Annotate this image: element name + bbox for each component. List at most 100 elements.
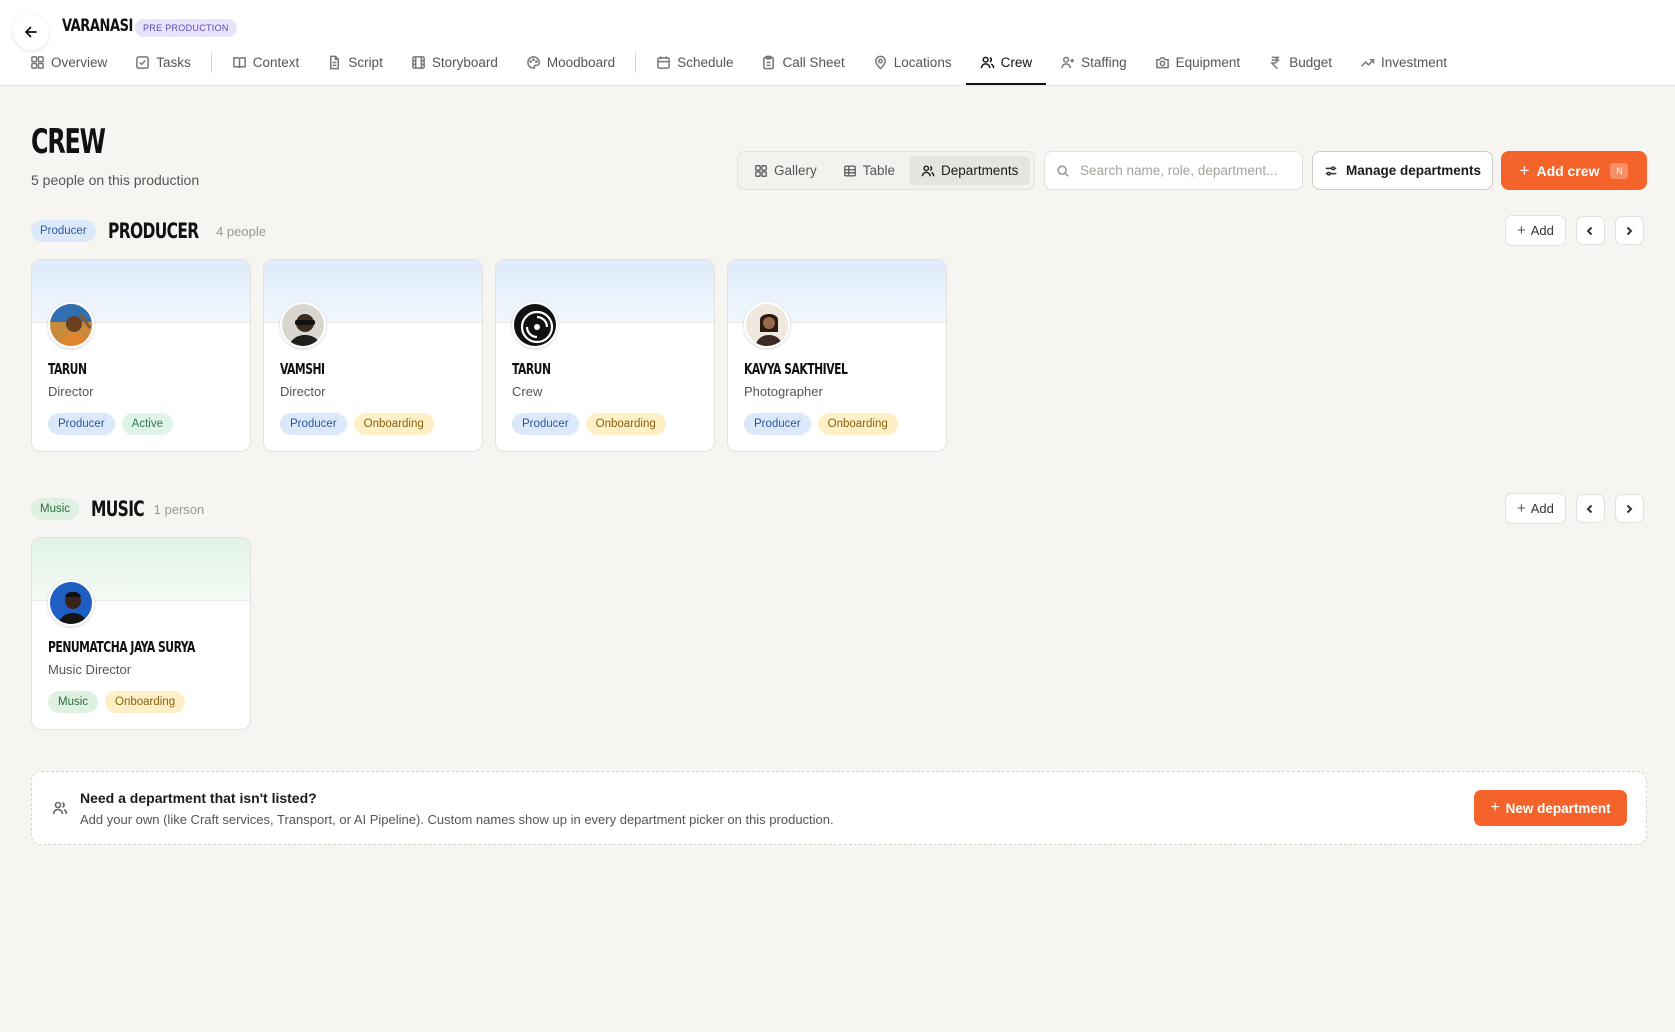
status-badge: Onboarding — [353, 413, 434, 435]
section-header-music: Music MUSIC 1 person — [31, 497, 204, 521]
tab-divider — [210, 53, 212, 73]
scroll-right-button[interactable] — [1614, 216, 1644, 245]
avatar — [48, 302, 94, 348]
tab-call-sheet[interactable]: Call Sheet — [747, 50, 858, 85]
chevron-right-icon — [1627, 226, 1633, 235]
search-input[interactable] — [1080, 163, 1290, 178]
section-title: MUSIC — [91, 497, 145, 521]
palette-icon — [527, 56, 540, 69]
tab-label: Crew — [1000, 55, 1033, 70]
page-title: CREW — [31, 122, 106, 162]
plus-icon: + — [1517, 222, 1526, 239]
view-departments-button[interactable]: Departments — [909, 156, 1031, 185]
view-label: Table — [862, 163, 896, 178]
calendar-icon — [657, 56, 671, 69]
section-controls-music: + Add — [1505, 493, 1644, 524]
tab-label: Tasks — [156, 55, 191, 70]
tab-script[interactable]: Script — [313, 50, 397, 85]
tab-label: Overview — [51, 55, 108, 70]
callout-title: Need a department that isn't listed? — [80, 790, 317, 806]
avatar — [744, 302, 790, 348]
tab-label: Script — [348, 55, 383, 70]
status-badge: Active — [121, 413, 173, 435]
section-add-label: Add — [1530, 223, 1554, 238]
scroll-right-button[interactable] — [1614, 494, 1644, 523]
book-icon — [232, 57, 246, 69]
card-tags: Producer Onboarding — [512, 413, 666, 435]
tab-label: Moodboard — [546, 55, 616, 70]
department-tag: Producer — [280, 413, 347, 435]
tab-staffing[interactable]: Staffing — [1046, 50, 1141, 85]
tab-investment[interactable]: Investment — [1346, 50, 1461, 85]
tab-equipment[interactable]: Equipment — [1141, 50, 1255, 85]
status-badge: Onboarding — [585, 413, 666, 435]
chevron-left-icon — [1586, 226, 1593, 235]
grid-icon — [31, 56, 44, 69]
tab-tasks[interactable]: Tasks — [121, 50, 205, 85]
tab-storyboard[interactable]: Storyboard — [397, 50, 512, 85]
tab-moodboard[interactable]: Moodboard — [512, 50, 629, 85]
users-icon — [52, 800, 68, 821]
trend-icon — [1360, 58, 1375, 67]
users-icon — [921, 164, 935, 176]
crew-card[interactable]: KAVYA SAKTHIVEL Photographer Producer On… — [727, 259, 947, 452]
checkbox-icon — [136, 56, 150, 69]
table-icon — [843, 164, 856, 177]
pin-icon — [874, 55, 886, 70]
custom-department-callout: Need a department that isn't listed? Add… — [31, 771, 1647, 845]
view-table-button[interactable]: Table — [831, 156, 907, 185]
status-badge: Onboarding — [817, 413, 898, 435]
scroll-left-button[interactable] — [1575, 216, 1605, 245]
view-gallery-button[interactable]: Gallery — [742, 156, 829, 185]
card-tags: Producer Active — [48, 413, 173, 435]
tab-label: Context — [252, 55, 300, 70]
section-add-button[interactable]: + Add — [1505, 215, 1566, 246]
department-tag: Producer — [744, 413, 811, 435]
crew-role: Music Director — [48, 662, 132, 677]
department-tag: Music — [48, 691, 99, 713]
scroll-left-button[interactable] — [1575, 494, 1605, 523]
callout-description: Add your own (like Craft services, Trans… — [80, 812, 834, 827]
new-department-button[interactable]: + New department — [1474, 790, 1627, 826]
crew-role: Crew — [512, 384, 543, 399]
department-tag: Producer — [48, 413, 115, 435]
shortcut-key: N — [1610, 162, 1629, 179]
document-icon — [330, 55, 340, 70]
arrow-left-icon — [25, 26, 37, 38]
tab-schedule[interactable]: Schedule — [642, 50, 747, 85]
tab-overview[interactable]: Overview — [20, 50, 121, 85]
section-header-producer: Producer PRODUCER 4 people — [31, 219, 266, 243]
department-chip: Music — [31, 498, 80, 520]
phase-badge: PRE PRODUCTION — [135, 19, 237, 37]
page-subtitle: 5 people on this production — [31, 172, 200, 188]
tab-budget[interactable]: Budget — [1254, 50, 1346, 85]
tab-divider — [635, 53, 637, 73]
manage-departments-button[interactable]: Manage departments — [1312, 151, 1493, 190]
card-tags: Producer Onboarding — [744, 413, 898, 435]
view-label: Departments — [941, 163, 1019, 178]
users-icon — [980, 56, 994, 69]
camera-icon — [1155, 57, 1169, 69]
crew-card[interactable]: VAMSHI Director Producer Onboarding — [263, 259, 483, 452]
back-button[interactable] — [13, 14, 49, 50]
crew-card[interactable]: PENUMATCHA JAYA SURYA Music Director Mus… — [31, 537, 251, 730]
crew-card[interactable]: TARUN Crew Producer Onboarding — [495, 259, 715, 452]
manage-departments-label: Manage departments — [1345, 163, 1482, 178]
top-bar: VARANASI PRE PRODUCTION Overview Tasks C… — [0, 0, 1675, 86]
film-icon — [411, 56, 425, 69]
department-tag: Producer — [512, 413, 579, 435]
crew-card[interactable]: TARUN Director Producer Active — [31, 259, 251, 452]
section-add-button[interactable]: + Add — [1505, 493, 1566, 524]
tab-label: Locations — [893, 55, 952, 70]
tab-crew[interactable]: Crew — [965, 50, 1047, 85]
crew-name: TARUN — [48, 360, 87, 378]
add-crew-button[interactable]: + Add crew N — [1501, 151, 1647, 190]
view-switcher: Gallery Table Departments — [737, 151, 1035, 190]
crew-name: TARUN — [512, 360, 551, 378]
crew-role: Photographer — [744, 384, 823, 399]
tab-locations[interactable]: Locations — [859, 50, 966, 85]
tab-label: Storyboard — [431, 55, 498, 70]
section-count: 4 people — [216, 223, 266, 239]
user-plus-icon — [1061, 56, 1075, 69]
tab-context[interactable]: Context — [218, 50, 314, 85]
